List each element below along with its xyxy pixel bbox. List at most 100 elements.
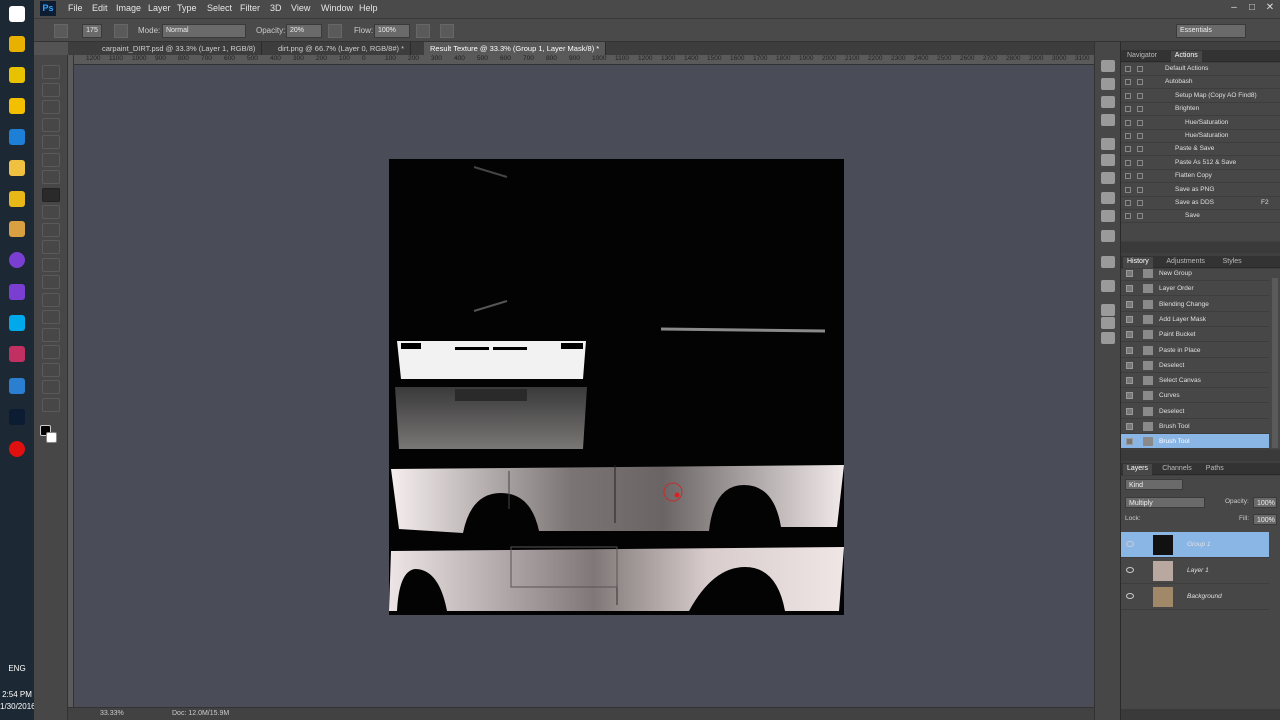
action-dialog-toggle[interactable] — [1137, 213, 1143, 220]
action-dialog-toggle[interactable] — [1137, 173, 1143, 180]
action-item[interactable]: Save as PNG — [1121, 184, 1280, 197]
history-state[interactable]: Add Layer Mask — [1121, 312, 1269, 327]
zoom-level[interactable]: 33.33% — [100, 710, 124, 717]
menu-image[interactable]: Image — [116, 3, 141, 13]
menu-filter[interactable]: Filter — [240, 3, 260, 13]
doc-size[interactable]: Doc: 12.0M/15.9M — [172, 710, 229, 717]
workspace-select[interactable]: Essentials — [1176, 24, 1246, 38]
character-icon[interactable] — [1101, 230, 1115, 242]
pressure-size-icon[interactable] — [440, 24, 454, 38]
blue-window-icon[interactable] — [9, 378, 25, 394]
action-item[interactable]: Save as DDS F2 — [1121, 197, 1280, 210]
blend-mode-select[interactable]: Multiply — [1125, 497, 1205, 508]
history-state[interactable]: Deselect — [1121, 404, 1269, 419]
clone-stamp-tool-icon[interactable] — [42, 205, 60, 219]
action-dialog-toggle[interactable] — [1137, 133, 1143, 139]
tab-actions[interactable]: Actions — [1170, 51, 1202, 62]
history-brush-source-checkbox[interactable] — [1126, 407, 1133, 415]
app-blue-icon[interactable] — [9, 129, 25, 145]
photoshop-icon[interactable] — [9, 409, 25, 425]
action-toggle-checkbox[interactable] — [1125, 200, 1131, 206]
action-toggle-checkbox[interactable] — [1125, 119, 1131, 126]
action-toggle-checkbox[interactable] — [1125, 173, 1131, 180]
opacity-input[interactable]: 20% — [286, 24, 322, 38]
pressure-opacity-icon[interactable] — [328, 24, 342, 38]
history-brush-tool-icon[interactable] — [42, 222, 60, 237]
action-toggle-checkbox[interactable] — [1125, 66, 1131, 72]
clock-time[interactable]: 2:54 PM — [0, 690, 34, 699]
history-state[interactable]: Brush Tool — [1121, 419, 1269, 434]
tab-paths[interactable]: Paths — [1202, 464, 1228, 475]
history-brush-source-checkbox[interactable] — [1126, 438, 1133, 446]
action-item[interactable]: Paste As 512 & Save — [1121, 157, 1280, 170]
history-scrollbar[interactable] — [1272, 278, 1278, 448]
action-item[interactable]: Brighten — [1121, 103, 1280, 117]
adjustments-icon[interactable] — [1101, 172, 1115, 184]
history-brush-source-checkbox[interactable] — [1126, 392, 1133, 400]
skype-icon[interactable] — [9, 315, 25, 331]
history-brush-source-checkbox[interactable] — [1126, 285, 1133, 293]
move-tool-icon[interactable] — [42, 65, 60, 79]
action-dialog-toggle[interactable] — [1137, 79, 1143, 86]
purple-app-icon[interactable] — [9, 252, 25, 268]
pen-tool-icon[interactable] — [42, 310, 60, 324]
tab-navigator[interactable]: Navigator — [1123, 51, 1161, 62]
brush-tool-icon[interactable] — [42, 187, 60, 202]
minimize-button[interactable]: – — [1226, 2, 1242, 14]
layer-filter-select[interactable]: Kind — [1125, 479, 1183, 490]
path-select-tool-icon[interactable] — [42, 345, 60, 359]
lasso-tool-icon[interactable] — [42, 100, 60, 114]
car-texture-image[interactable] — [389, 159, 844, 615]
action-toggle-checkbox[interactable] — [1125, 213, 1131, 220]
action-toggle-checkbox[interactable] — [1125, 106, 1131, 113]
tab-channels[interactable]: Channels — [1158, 464, 1196, 475]
tab-history[interactable]: History — [1123, 257, 1153, 268]
type-tool-icon[interactable] — [42, 327, 60, 342]
menu-view[interactable]: View — [291, 3, 310, 13]
action-toggle-checkbox[interactable] — [1125, 92, 1131, 99]
visibility-eye-icon[interactable] — [1126, 593, 1134, 599]
history-state[interactable]: Select Canvas — [1121, 373, 1269, 389]
menu-edit[interactable]: Edit — [92, 3, 108, 13]
history-brush-source-checkbox[interactable] — [1126, 300, 1133, 308]
3d-icon[interactable] — [1101, 332, 1115, 344]
canvas-area[interactable] — [74, 65, 1114, 707]
history-state[interactable]: Paint Bucket — [1121, 327, 1269, 343]
folder-icon[interactable] — [9, 160, 25, 176]
menu-file[interactable]: File — [68, 3, 83, 13]
action-dialog-toggle[interactable] — [1137, 146, 1143, 153]
fill-input[interactable]: 100% — [1253, 514, 1277, 525]
history-brush-source-checkbox[interactable] — [1126, 361, 1133, 369]
folder2-icon[interactable] — [9, 191, 25, 207]
menu-help[interactable]: Help — [359, 3, 378, 13]
brush-size-picker[interactable]: 175 — [82, 24, 102, 38]
action-dialog-toggle[interactable] — [1137, 66, 1143, 72]
history-state[interactable]: Curves — [1121, 388, 1269, 404]
background-color-swatch[interactable] — [46, 432, 57, 443]
sticky-notes-icon[interactable] — [9, 67, 25, 83]
history-brush-source-checkbox[interactable] — [1126, 346, 1133, 354]
maximize-button[interactable]: □ — [1244, 2, 1260, 14]
history-brush-source-checkbox[interactable] — [1126, 315, 1133, 323]
action-item[interactable]: Default Actions — [1121, 63, 1280, 76]
menu-layer[interactable]: Layer — [148, 3, 171, 13]
history-state[interactable]: Paste in Place — [1121, 343, 1269, 358]
action-item[interactable]: Hue/Saturation — [1121, 117, 1280, 130]
mode-select[interactable]: Normal — [162, 24, 246, 38]
clock-date[interactable]: 1/30/2016 — [0, 702, 36, 711]
menu-select[interactable]: Select — [207, 3, 232, 13]
styles-icon[interactable] — [1101, 192, 1115, 204]
action-item[interactable]: Flatten Copy — [1121, 170, 1280, 184]
layer-comps-icon[interactable] — [1101, 317, 1115, 329]
histogram-icon[interactable] — [1101, 96, 1115, 108]
brush-panel-toggle-icon[interactable] — [114, 24, 128, 38]
action-toggle-checkbox[interactable] — [1125, 146, 1131, 153]
info-icon[interactable] — [1101, 114, 1115, 126]
visibility-eye-icon[interactable] — [1126, 567, 1134, 573]
history-brush-source-checkbox[interactable] — [1126, 423, 1133, 430]
history-state[interactable]: Deselect — [1121, 358, 1269, 373]
document-tab[interactable]: Result Texture @ 33.3% (Group 1, Layer M… — [424, 42, 607, 55]
action-toggle-checkbox[interactable] — [1125, 133, 1131, 139]
action-toggle-checkbox[interactable] — [1125, 186, 1131, 193]
tab-styles[interactable]: Styles — [1219, 257, 1246, 268]
